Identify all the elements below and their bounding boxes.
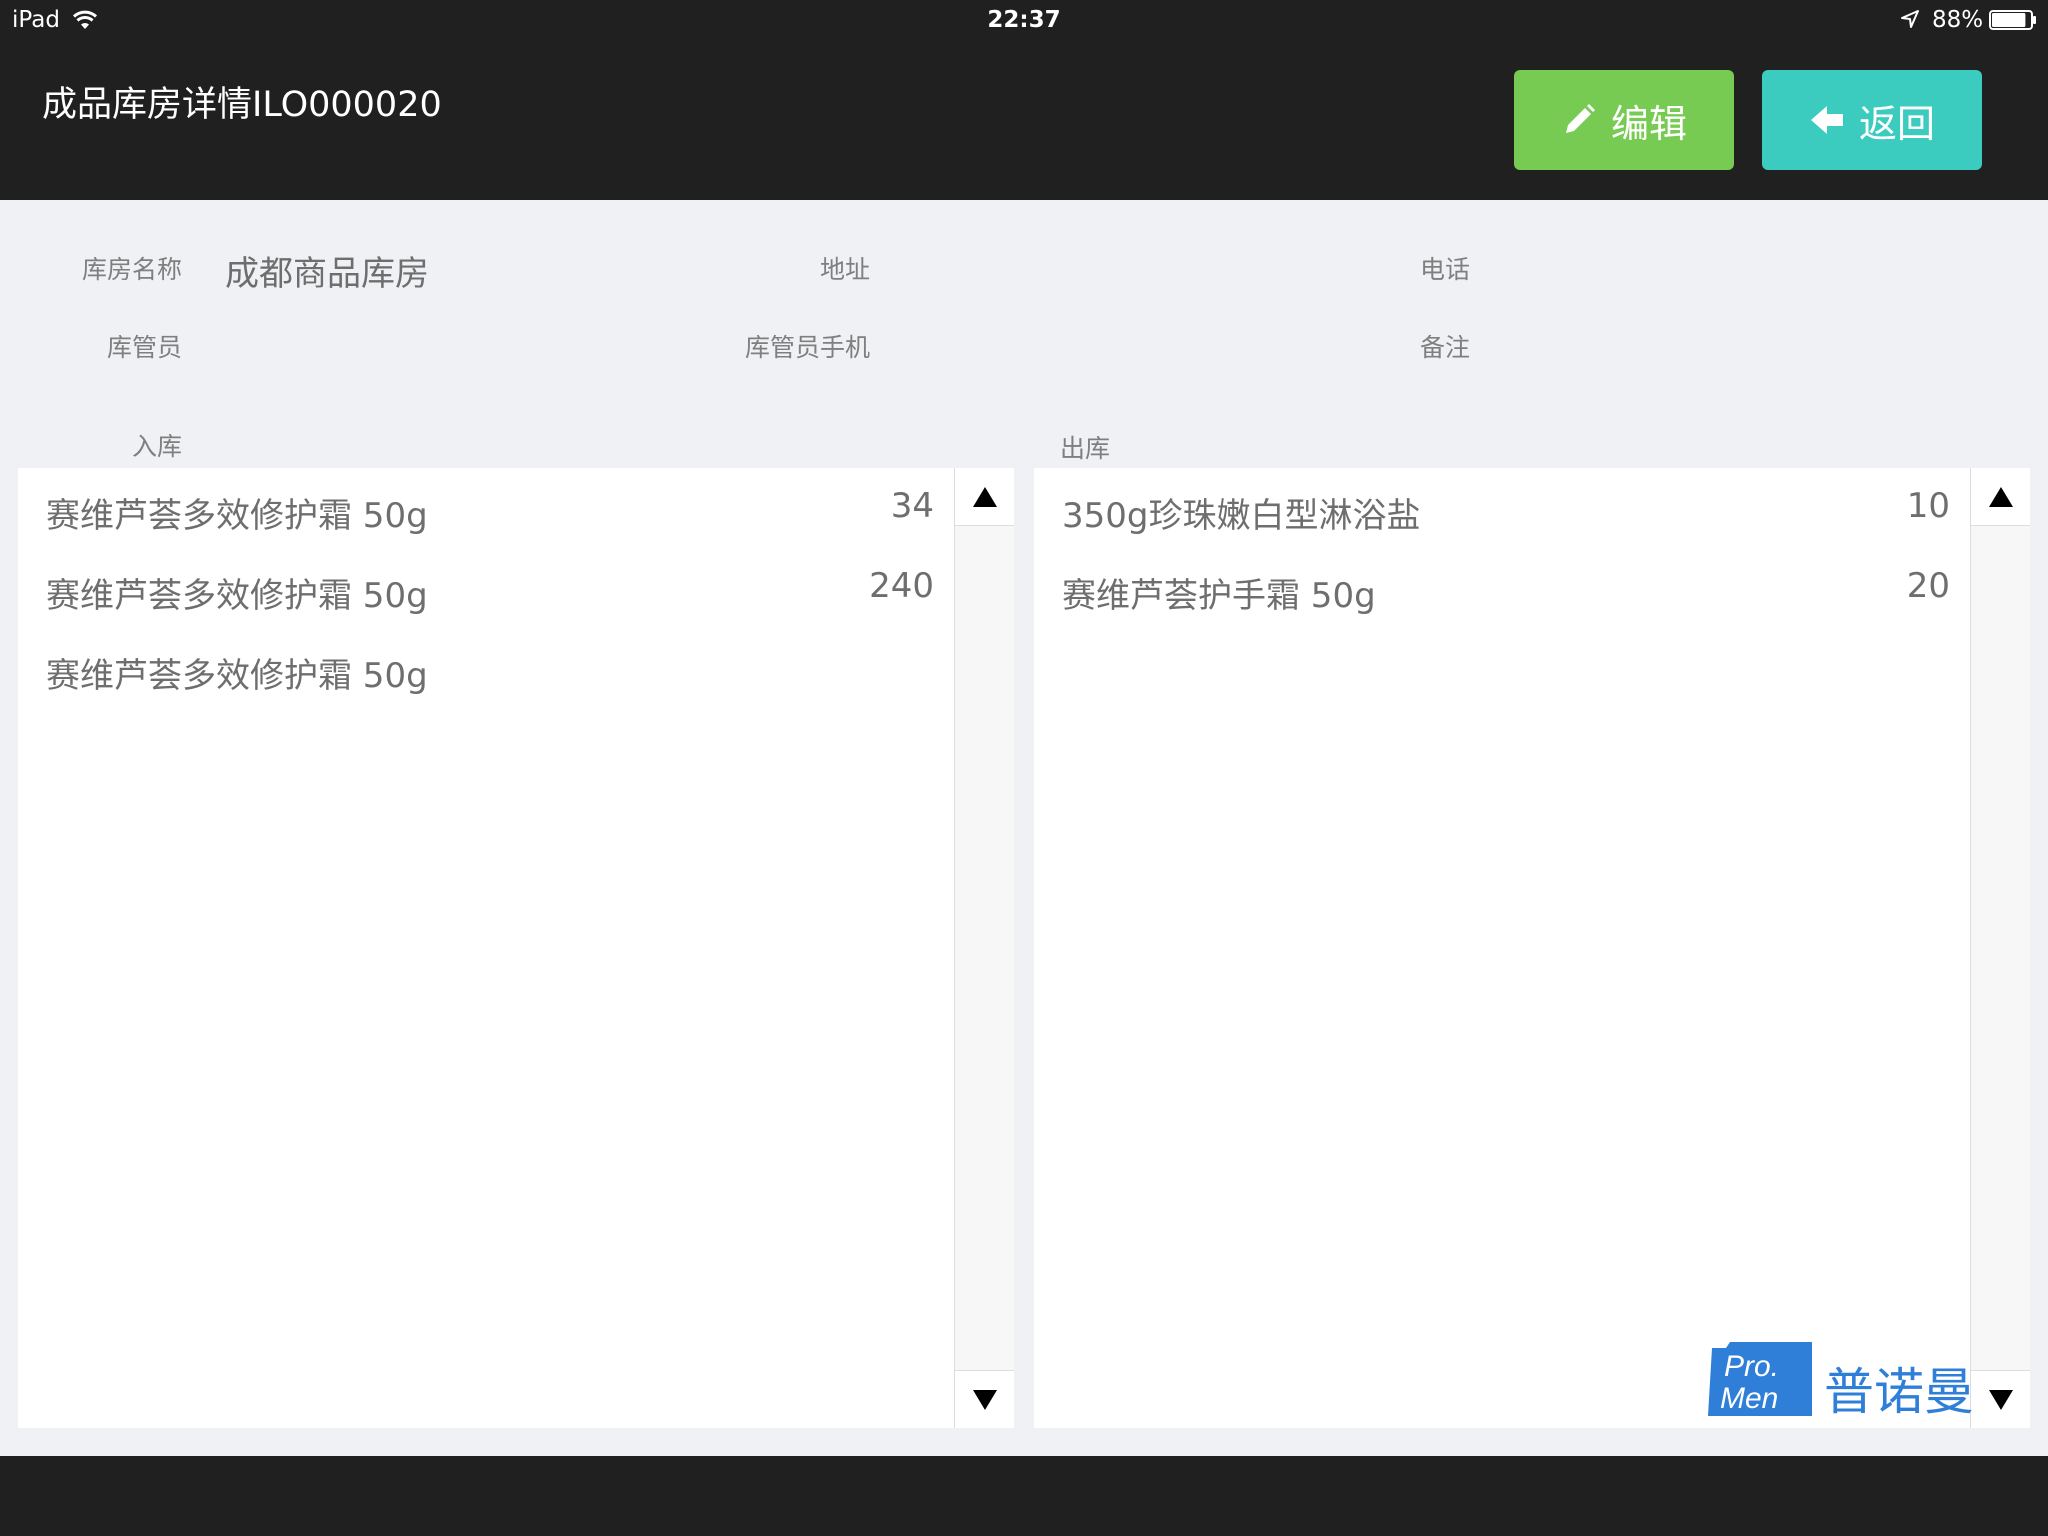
logo-text: 普诺曼 [1824,1363,1974,1421]
logo-line1: Pro. [1724,1350,1779,1383]
item-quantity: 34 [890,486,934,526]
keeper-phone-label: 库管员手机 [744,333,870,362]
outbound-list-panel: 350g珍珠嫩白型淋浴盐 10 赛维芦荟护手霜 50g 20 [1034,468,2030,1428]
promen-logo-mark: Pro. Men [1708,1342,1812,1416]
clock: 22:37 [987,7,1061,33]
back-button[interactable]: 返回 [1762,70,1982,170]
battery-percent: 88% [1932,7,1984,33]
arrow-left-icon [1810,106,1843,134]
outbound-section-label: 出库 [1060,434,1111,463]
item-quantity: 20 [1906,566,1950,606]
item-name: 赛维芦荟多效修护霜 50g [46,656,428,696]
list-item[interactable]: 赛维芦荟多效修护霜 50g [18,628,954,708]
back-button-label: 返回 [1858,101,1935,146]
warehouse-name-label: 库房名称 [81,255,182,284]
battery-icon [1989,10,2036,30]
triangle-up-icon [1988,486,2013,507]
location-arrow-icon [1901,10,1919,28]
outbound-list[interactable]: 350g珍珠嫩白型淋浴盐 10 赛维芦荟护手霜 50g 20 [1034,468,1970,1428]
triangle-down-icon [1988,1389,2013,1410]
item-name: 350g珍珠嫩白型淋浴盐 [1062,496,1421,536]
item-name: 赛维芦荟护手霜 50g [1062,576,1376,616]
address-label: 地址 [819,255,870,284]
triangle-up-icon [972,486,997,507]
item-quantity: 240 [869,566,934,606]
item-name: 赛维芦荟多效修护霜 50g [46,496,428,536]
outbound-scroll-down-button[interactable] [1971,1370,2030,1428]
promen-logo: Pro. Men 普诺曼 [1708,1340,1974,1421]
triangle-down-icon [972,1389,997,1410]
bottom-bar [0,1456,2048,1536]
phone-label: 电话 [1419,255,1470,284]
status-bar: iPad 22:37 88% [0,0,2048,40]
header-bar: iPad 22:37 88% 成品库房详情ILO000020 编辑 返回 [0,0,2048,200]
logo-line2: Men [1720,1382,1778,1415]
outbound-scroll-up-button[interactable] [1971,468,2030,526]
list-item[interactable]: 350g珍珠嫩白型淋浴盐 10 [1034,468,1970,548]
inbound-scrollbar[interactable] [954,468,1014,1428]
keeper-label: 库管员 [106,333,182,362]
inbound-scroll-down-button[interactable] [955,1370,1014,1428]
inbound-list-panel: 赛维芦荟多效修护霜 50g 34 赛维芦荟多效修护霜 50g 240 赛维芦荟多… [18,468,1014,1428]
edit-button-label: 编辑 [1610,101,1687,146]
page-title: 成品库房详情ILO000020 [42,85,442,125]
warehouse-name-value: 成都商品库房 [225,254,429,294]
item-name: 赛维芦荟多效修护霜 50g [46,576,428,616]
list-item[interactable]: 赛维芦荟多效修护霜 50g 240 [18,548,954,628]
outbound-scrollbar[interactable] [1970,468,2030,1428]
inbound-scroll-up-button[interactable] [955,468,1014,526]
edit-button[interactable]: 编辑 [1514,70,1734,170]
item-quantity: 10 [1906,486,1950,526]
list-item[interactable]: 赛维芦荟护手霜 50g 20 [1034,548,1970,628]
note-label: 备注 [1419,333,1470,362]
pencil-icon [1565,104,1595,133]
inbound-section-label: 入库 [132,432,183,461]
inbound-list[interactable]: 赛维芦荟多效修护霜 50g 34 赛维芦荟多效修护霜 50g 240 赛维芦荟多… [18,468,954,1428]
list-item[interactable]: 赛维芦荟多效修护霜 50g 34 [18,468,954,548]
